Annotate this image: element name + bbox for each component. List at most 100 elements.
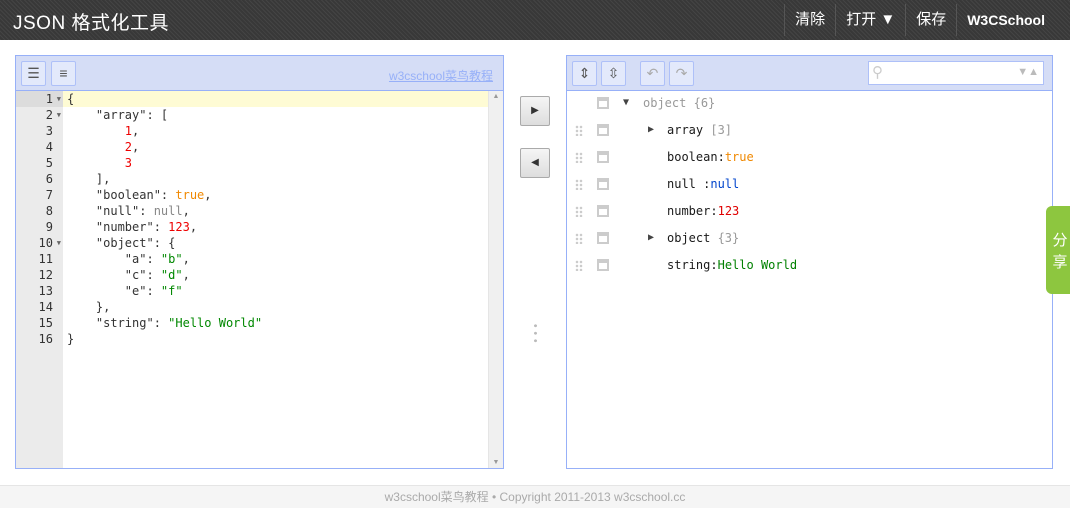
- expand-triangle-icon[interactable]: ▶: [648, 120, 654, 140]
- row-select-icon[interactable]: [597, 97, 609, 109]
- code-token: {: [67, 92, 75, 106]
- tree-row[interactable]: string:Hello World: [567, 255, 1052, 275]
- code-token: "c":: [67, 268, 161, 282]
- row-select-icon[interactable]: [597, 232, 609, 244]
- tree-toolbar: ⇕ ⇳ ↶ ↷ ⚲ ▼▲: [567, 56, 1052, 91]
- tree-row[interactable]: ▶ object {3}: [567, 228, 1052, 248]
- code-token: "array": [: [67, 108, 169, 122]
- row-select-icon[interactable]: [597, 259, 609, 271]
- line-number: 4: [45, 140, 53, 154]
- line-number-gutter: 1 ▼ 2 ▼ 3 4 5 6 7 8 9 10 ▼ 11 12 13 14 15 16: [16, 91, 63, 468]
- editor-toolbar: ☰ ≡ w3cschool菜鸟教程: [16, 56, 503, 91]
- code-token: "f": [160, 284, 183, 298]
- code-line: "object": {: [63, 235, 488, 251]
- line-number: 11: [38, 252, 53, 266]
- w3cschool-link[interactable]: W3CSchool: [956, 4, 1055, 36]
- clear-button[interactable]: 清除: [784, 4, 835, 36]
- code-token: "Hello World": [168, 316, 263, 330]
- tree-key: object {6}: [643, 96, 716, 110]
- line-number: 9: [45, 220, 53, 234]
- code-line: ],: [63, 171, 488, 187]
- search-prev-next-icon[interactable]: ▼▲: [1017, 66, 1039, 78]
- share-tab[interactable]: 分享: [1046, 206, 1070, 294]
- drag-handle-icon[interactable]: [575, 206, 583, 217]
- code-token: 1: [124, 124, 133, 138]
- tree-value[interactable]: 123: [718, 204, 740, 218]
- collapse-all-icon: ⇳: [607, 65, 620, 81]
- code-token: "d": [160, 268, 183, 282]
- fold-arrow-icon[interactable]: ▼: [57, 235, 61, 251]
- format-button[interactable]: ☰: [21, 61, 46, 86]
- drag-handle-icon[interactable]: [575, 233, 583, 244]
- line-number: 2 ▼: [45, 107, 61, 123]
- line-number: 14: [38, 300, 53, 314]
- code-line: "e": "f": [63, 283, 488, 299]
- code-token: "boolean":: [67, 188, 176, 202]
- save-button[interactable]: 保存: [905, 4, 956, 36]
- row-select-icon[interactable]: [597, 178, 609, 190]
- tree-value[interactable]: true: [725, 150, 754, 164]
- code-token: true: [175, 188, 205, 202]
- drag-handle-icon[interactable]: [575, 179, 583, 190]
- code-token: ,: [182, 252, 190, 266]
- tree-value[interactable]: null: [710, 177, 739, 191]
- scroll-down-icon[interactable]: ▼: [489, 459, 503, 466]
- splitter-handle[interactable]: [534, 322, 537, 344]
- code-line: 2,: [63, 139, 488, 155]
- tree-value[interactable]: Hello World: [718, 258, 797, 272]
- compact-button[interactable]: ≡: [51, 61, 76, 86]
- code-token: 2: [124, 140, 133, 154]
- redo-button[interactable]: ↷: [669, 61, 694, 86]
- code-token: }: [67, 332, 75, 346]
- share-text-2: 享: [1052, 254, 1068, 271]
- collapse-triangle-icon[interactable]: ▼: [623, 93, 629, 113]
- open-menu-button[interactable]: 打开 ▼: [835, 4, 905, 36]
- undo-button[interactable]: ↶: [640, 61, 665, 86]
- drag-handle-icon[interactable]: [575, 260, 583, 271]
- tree-key[interactable]: number:123: [667, 201, 739, 221]
- code-textarea[interactable]: { "array": [ 1, 2, 3 ], "boolean": true,…: [63, 91, 488, 468]
- format-icon: ☰: [27, 65, 40, 81]
- code-token: 3: [124, 156, 133, 170]
- tree-key[interactable]: string:Hello World: [667, 255, 797, 275]
- fold-arrow-icon[interactable]: ▼: [57, 91, 61, 107]
- code-token: ],: [67, 172, 111, 186]
- scroll-up-icon[interactable]: ▲: [489, 93, 503, 100]
- code-token: "object": {: [67, 236, 176, 250]
- tree-row-root[interactable]: ▼ object {6}: [567, 93, 1052, 113]
- row-select-icon[interactable]: [597, 205, 609, 217]
- code-line: },: [63, 299, 488, 315]
- code-token: ,: [132, 124, 140, 138]
- code-line: "c": "d",: [63, 267, 488, 283]
- row-select-icon[interactable]: [597, 124, 609, 136]
- collapse-all-button[interactable]: ⇳: [601, 61, 626, 86]
- search-input[interactable]: ⚲ ▼▲: [868, 61, 1044, 85]
- tree-key[interactable]: null :null: [667, 174, 739, 194]
- row-select-icon[interactable]: [597, 151, 609, 163]
- tree-key[interactable]: object {3}: [667, 228, 739, 248]
- tree-key[interactable]: boolean:true: [667, 147, 754, 167]
- expand-all-button[interactable]: ⇕: [572, 61, 597, 86]
- tree-row[interactable]: ▶ array [3]: [567, 120, 1052, 140]
- code-token: ,: [204, 188, 212, 202]
- tree-row[interactable]: null :null: [567, 174, 1052, 194]
- w3cschool-tutorial-link[interactable]: w3cschool菜鸟教程: [389, 67, 493, 84]
- redo-icon: ↷: [675, 65, 688, 81]
- arrow-left-icon: ◀: [531, 157, 539, 168]
- share-text-1: 分: [1052, 232, 1068, 249]
- line-number: 16: [38, 332, 53, 346]
- drag-handle-icon[interactable]: [575, 125, 583, 136]
- code-token: 123: [168, 220, 190, 234]
- expand-triangle-icon[interactable]: ▶: [648, 228, 654, 248]
- editor-scrollbar[interactable]: ▲ ▼: [488, 91, 503, 468]
- tree-key[interactable]: array [3]: [667, 120, 732, 140]
- fold-arrow-icon[interactable]: ▼: [57, 107, 61, 123]
- copy-to-tree-button[interactable]: ▶: [520, 96, 550, 126]
- drag-handle-icon[interactable]: [575, 152, 583, 163]
- tree-editor-panel: ⇕ ⇳ ↶ ↷ ⚲ ▼▲ ▼ object {6} ▶ array [3] bool…: [566, 55, 1053, 469]
- code-token: ,: [189, 220, 198, 234]
- tree-row[interactable]: number:123: [567, 201, 1052, 221]
- copy-to-code-button[interactable]: ◀: [520, 148, 550, 178]
- header-nav: 清除 打开 ▼ 保存 W3CSchool: [784, 4, 1055, 36]
- tree-row[interactable]: boolean:true: [567, 147, 1052, 167]
